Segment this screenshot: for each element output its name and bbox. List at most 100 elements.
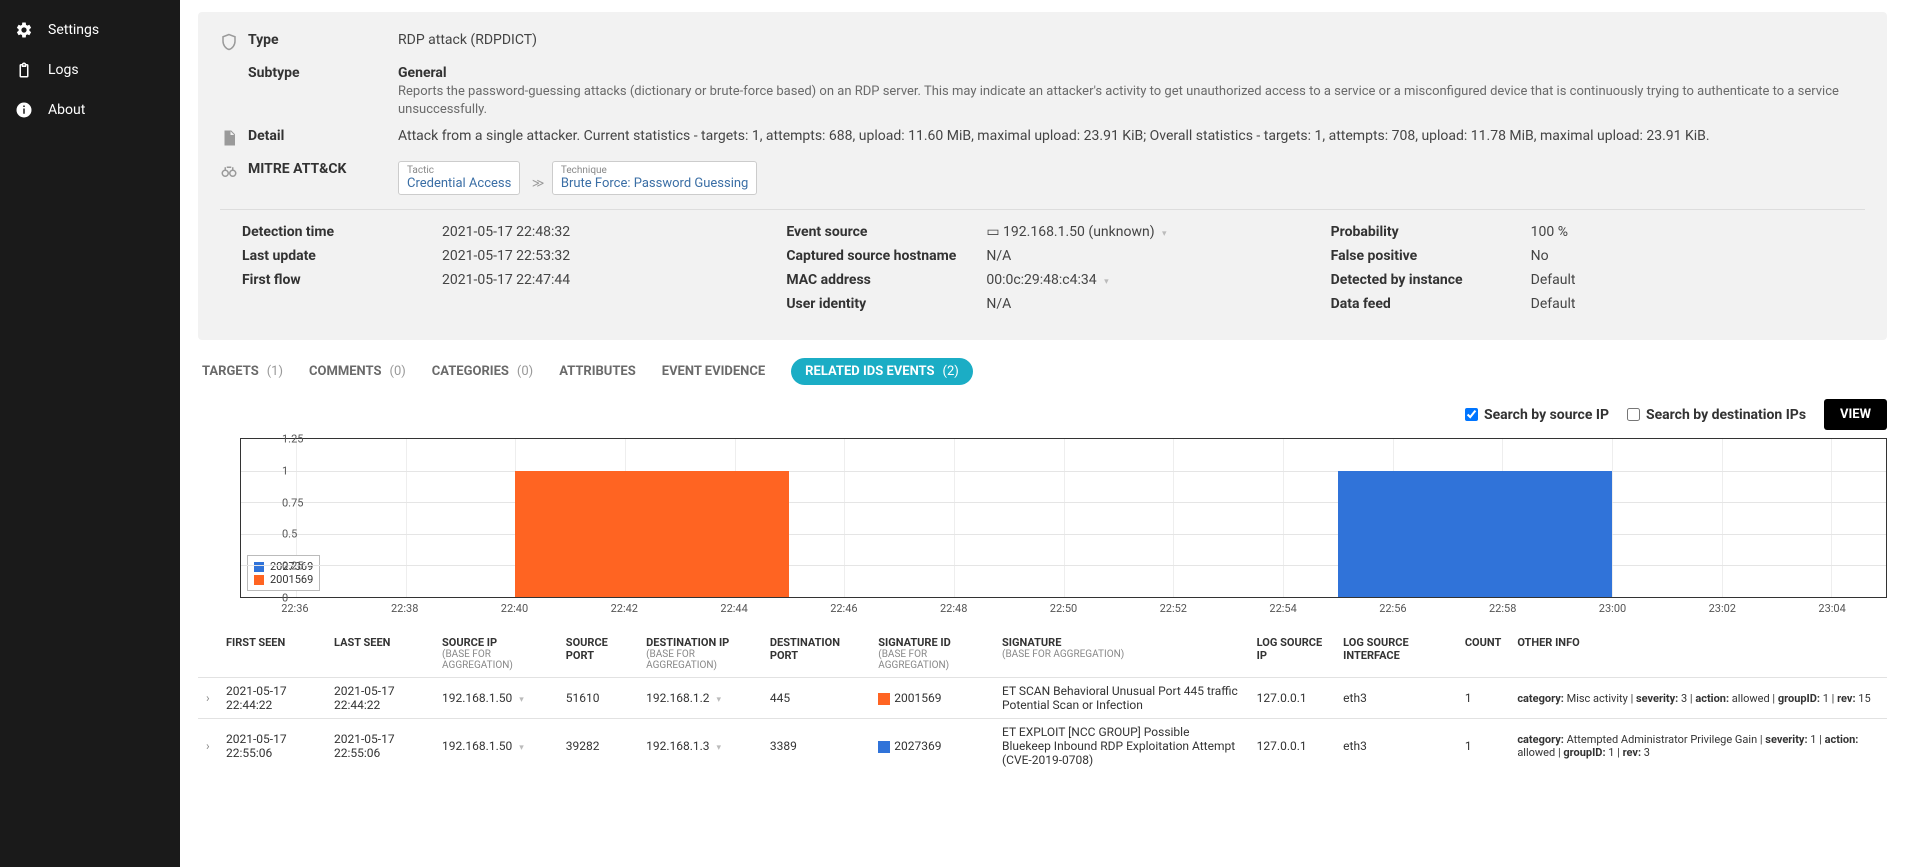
search-controls: Search by source IP Search by destinatio…	[198, 399, 1887, 430]
detail-line: User identityN/A	[786, 296, 1310, 312]
binoculars-icon	[220, 161, 242, 184]
x-tick: 22:52	[1160, 602, 1187, 615]
sidebar-item-label: Settings	[48, 22, 99, 38]
details-col-1: Detection time2021-05-17 22:48:32 Last up…	[220, 224, 776, 320]
chevron-right-icon: ≫	[532, 176, 545, 190]
detail-label: Data feed	[1331, 296, 1531, 312]
detail-line: Last update2021-05-17 22:53:32	[242, 248, 766, 264]
chart-bar-2001569	[515, 471, 789, 597]
gear-icon	[14, 20, 34, 40]
detail-value: Default	[1531, 296, 1855, 312]
detail-label: Detection time	[242, 224, 442, 240]
signature-color-swatch	[878, 741, 890, 753]
chevron-down-icon[interactable]: ▾	[1162, 229, 1167, 239]
detail-value: Default	[1531, 272, 1855, 288]
x-tick: 22:40	[501, 602, 528, 615]
view-button[interactable]: VIEW	[1824, 399, 1887, 430]
col-header[interactable]: SIGNATURE ID(BASE FOR AGGREGATION)	[870, 630, 994, 678]
tab-comments[interactable]: COMMENTS (0)	[309, 364, 406, 379]
detail-line: False positiveNo	[1331, 248, 1855, 264]
col-header[interactable]: SOURCE PORT	[558, 630, 638, 678]
table-row: ›2021-05-17 22:55:062021-05-17 22:55:061…	[198, 719, 1887, 774]
sidebar-item-label: Logs	[48, 62, 79, 78]
tab-related-ids-events[interactable]: RELATED IDS EVENTS (2)	[791, 358, 973, 385]
mitre-technique-tag[interactable]: Technique Brute Force: Password Guessing	[552, 161, 757, 195]
details-col-2: Event source▭ 192.168.1.50 (unknown) ▾ Ca…	[776, 224, 1320, 320]
x-tick: 22:54	[1269, 602, 1296, 615]
chevron-down-icon[interactable]: ▾	[1104, 277, 1109, 287]
sidebar-item-logs[interactable]: Logs	[0, 50, 180, 90]
ids-events-chart: 2027369 2001569 00.250.50.7511.25	[240, 438, 1887, 598]
detail-line: First flow2021-05-17 22:47:44	[242, 272, 766, 288]
type-label: Type	[248, 32, 398, 48]
document-icon	[220, 128, 242, 151]
x-tick: 22:42	[611, 602, 638, 615]
chart-bar-2027369	[1338, 471, 1612, 597]
detail-value: 2021-05-17 22:47:44	[442, 272, 766, 288]
col-header[interactable]: DESTINATION PORT	[762, 630, 870, 678]
tab-event-evidence[interactable]: EVENT EVIDENCE	[662, 364, 765, 379]
expand-row-icon[interactable]: ›	[206, 739, 210, 753]
tab-categories[interactable]: CATEGORIES (0)	[432, 364, 533, 379]
col-header[interactable]: FIRST SEEN	[218, 630, 326, 678]
detail-value: N/A	[986, 296, 1310, 312]
detail-value: 00:0c:29:48:c4:34 ▾	[986, 272, 1310, 288]
detail-label: Detail	[248, 128, 398, 144]
tab-targets[interactable]: TARGETS (1)	[202, 364, 283, 379]
detail-line: Probability100 %	[1331, 224, 1855, 240]
col-header[interactable]: DESTINATION IP(BASE FOR AGGREGATION)	[638, 630, 762, 678]
detail-label: Captured source hostname	[786, 248, 986, 264]
detail-label: Probability	[1331, 224, 1531, 240]
col-header[interactable]: LOG SOURCE IP	[1249, 630, 1336, 678]
chevron-down-icon[interactable]: ▾	[717, 695, 722, 705]
detail-value: 100 %	[1531, 224, 1855, 240]
search-dest-input[interactable]	[1627, 408, 1640, 421]
detail-label: False positive	[1331, 248, 1531, 264]
sidebar-item-settings[interactable]: Settings	[0, 10, 180, 50]
sidebar-item-label: About	[48, 102, 85, 118]
chevron-down-icon[interactable]: ▾	[519, 695, 524, 705]
detail-line: Detection time2021-05-17 22:48:32	[242, 224, 766, 240]
col-header[interactable]: SIGNATURE(BASE FOR AGGREGATION)	[994, 630, 1249, 678]
detail-label: Event source	[786, 224, 986, 240]
search-source-input[interactable]	[1465, 408, 1478, 421]
y-tick: 1	[282, 464, 288, 477]
shield-icon	[220, 32, 242, 55]
detail-value: 2021-05-17 22:53:32	[442, 248, 766, 264]
detail-label: Last update	[242, 248, 442, 264]
x-tick: 22:48	[940, 602, 967, 615]
col-header[interactable]: OTHER INFO	[1509, 630, 1887, 678]
sidebar: Settings Logs About	[0, 0, 180, 867]
x-tick: 23:04	[1818, 602, 1845, 615]
chevron-down-icon[interactable]: ▾	[519, 743, 524, 753]
col-header[interactable]: COUNT	[1457, 630, 1509, 678]
detail-value: N/A	[986, 248, 1310, 264]
x-tick: 22:38	[391, 602, 418, 615]
y-tick: 0.25	[282, 560, 288, 573]
detail-line: Detected by instanceDefault	[1331, 272, 1855, 288]
subtype-label: Subtype	[248, 65, 398, 81]
detail-line: Data feedDefault	[1331, 296, 1855, 312]
type-value: RDP attack (RDPDICT)	[398, 32, 1865, 48]
col-header[interactable]: SOURCE IP(BASE FOR AGGREGATION)	[434, 630, 558, 678]
mitre-label: MITRE ATT&CK	[248, 161, 398, 177]
main-content: Type RDP attack (RDPDICT) Subtype Genera…	[180, 0, 1905, 867]
y-tick: 0.75	[282, 496, 288, 509]
subtype-title: General	[398, 65, 1865, 81]
signature-color-swatch	[878, 693, 890, 705]
search-dest-checkbox[interactable]: Search by destination IPs	[1627, 407, 1806, 423]
col-header[interactable]: LOG SOURCE INTERFACE	[1335, 630, 1457, 678]
detail-line: MAC address00:0c:29:48:c4:34 ▾	[786, 272, 1310, 288]
sidebar-item-about[interactable]: About	[0, 90, 180, 130]
mitre-tactic-tag[interactable]: Tactic Credential Access	[398, 161, 520, 195]
detail-value: No	[1531, 248, 1855, 264]
camera-icon: ▭	[986, 224, 999, 240]
detail-label: First flow	[242, 272, 442, 288]
chevron-down-icon[interactable]: ▾	[717, 743, 722, 753]
detail-line: Event source▭ 192.168.1.50 (unknown) ▾	[786, 224, 1310, 240]
expand-row-icon[interactable]: ›	[206, 691, 210, 705]
col-header[interactable]: LAST SEEN	[326, 630, 434, 678]
search-source-checkbox[interactable]: Search by source IP	[1465, 407, 1609, 423]
detail-line: Captured source hostnameN/A	[786, 248, 1310, 264]
tab-attributes[interactable]: ATTRIBUTES	[559, 364, 636, 379]
